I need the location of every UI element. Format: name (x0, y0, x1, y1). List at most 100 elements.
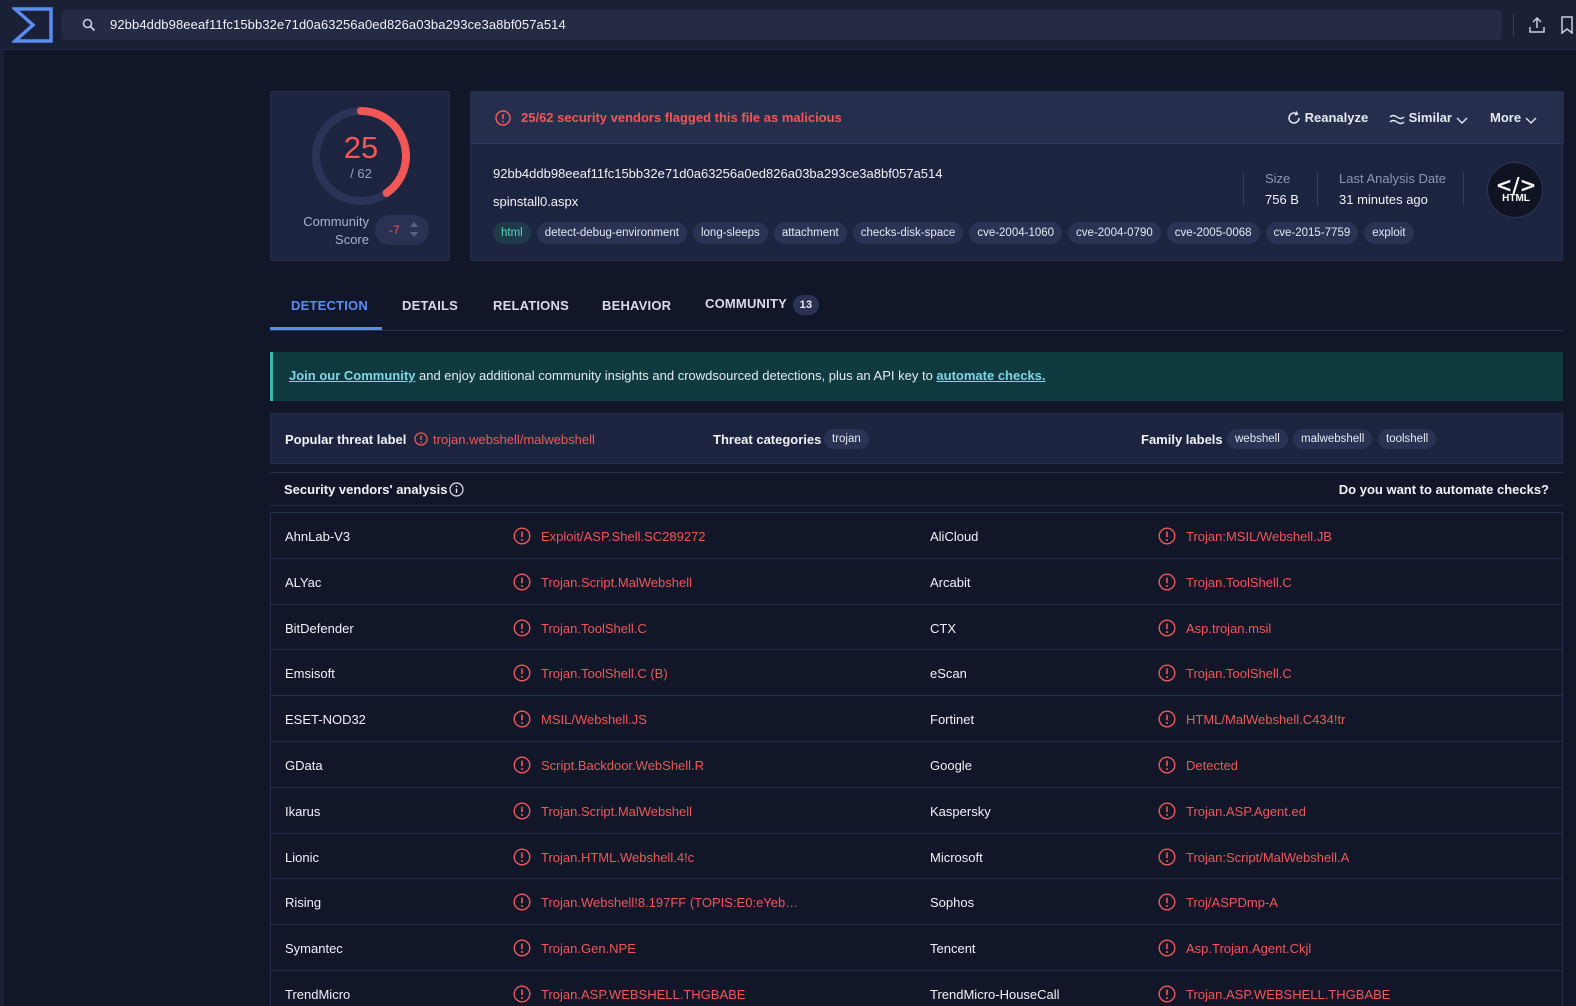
file-tag[interactable]: cve-2005-0068 (1166, 222, 1260, 244)
alert-icon (513, 756, 531, 774)
family-label-chip[interactable]: toolshell (1378, 429, 1437, 449)
similar-button[interactable]: Similar (1389, 110, 1468, 125)
vendor-result[interactable]: Trojan.Script.MalWebshell (541, 575, 692, 590)
reanalyze-label: Reanalyze (1304, 110, 1369, 125)
vendors-analysis-header: Security vendors' analysis Do you want t… (270, 472, 1563, 506)
bookmark-icon[interactable] (1560, 16, 1574, 34)
similar-icon (1389, 114, 1405, 125)
alert-icon (1158, 893, 1176, 911)
popular-threat-value[interactable]: trojan.webshell/malwebshell (433, 432, 595, 447)
info-icon[interactable] (449, 482, 464, 497)
file-tag[interactable]: cve-2004-0790 (1068, 222, 1161, 244)
file-tag[interactable]: attachment (773, 222, 847, 244)
alert-icon (1158, 848, 1176, 866)
file-tag[interactable]: long-sleeps (692, 222, 768, 244)
popular-threat-label: Popular threat label (285, 432, 407, 447)
vendor-name: eScan (930, 666, 967, 682)
alert-icon (495, 110, 511, 126)
vendor-name: Lionic (285, 849, 319, 865)
file-tag[interactable]: html (493, 222, 531, 244)
search-input[interactable]: 92bb4ddb98eeaf11fc15bb32e71d0a63256a0ed8… (62, 10, 1502, 40)
vendor-result[interactable]: HTML/MalWebshell.C434!tr (1186, 712, 1345, 727)
vendor-result[interactable]: Trojan.Script.MalWebshell (541, 804, 692, 819)
vendor-result[interactable]: Trojan.Gen.NPE (541, 941, 636, 956)
more-button[interactable]: More (1490, 110, 1537, 125)
community-banner-text: Join our Community and enjoy additional … (289, 368, 1046, 383)
vendor-result[interactable]: Trojan.ASP.Agent.ed (1186, 804, 1306, 819)
tab-detection[interactable]: DETECTION (291, 298, 368, 313)
alert-icon (513, 939, 531, 957)
tab-details[interactable]: DETAILS (402, 298, 458, 313)
vendor-result[interactable]: Trojan:Script/MalWebshell.A (1186, 850, 1349, 865)
automate-checks-prompt[interactable]: Do you want to automate checks? (1339, 482, 1549, 497)
search-value: 92bb4ddb98eeaf11fc15bb32e71d0a63256a0ed8… (110, 17, 566, 32)
file-tag[interactable]: detect-debug-environment (536, 222, 687, 244)
alert-icon (1158, 573, 1176, 591)
alert-icon (513, 573, 531, 591)
vendor-result[interactable]: Trojan.ToolShell.C (1186, 666, 1292, 681)
file-type-label: HTML (1502, 193, 1530, 204)
tab-community[interactable]: COMMUNITY 13 (705, 295, 819, 315)
vendor-name: Emsisoft (285, 666, 335, 682)
vendor-result[interactable]: Asp.Trojan.Agent.Ckjl (1186, 941, 1311, 956)
detection-count: 25 (343, 130, 379, 165)
vendor-row: Lionic Trojan.HTML.Webshell.4!c Microsoft T… (271, 832, 1562, 879)
vendor-result[interactable]: Trojan.ASP.WEBSHELL.THGBABE (1186, 987, 1390, 1002)
file-tag[interactable]: cve-2015-7759 (1265, 222, 1359, 244)
vendor-result[interactable]: Trojan.Webshell!8.197FF (TOPIS:E0:eYeb… (541, 895, 798, 910)
reanalyze-button[interactable]: Reanalyze (1287, 110, 1368, 125)
active-tab-indicator (270, 327, 382, 330)
alert-icon (1158, 756, 1176, 774)
vendor-result[interactable]: Exploit/ASP.Shell.SC289272 (541, 529, 706, 544)
vendor-result[interactable]: Trojan.HTML.Webshell.4!c (541, 850, 694, 865)
alert-icon (513, 848, 531, 866)
vendor-name: Kaspersky (930, 803, 991, 819)
virustotal-logo-icon[interactable] (12, 6, 54, 44)
alert-icon (1158, 985, 1176, 1003)
file-hash[interactable]: 92bb4ddb98eeaf11fc15bb32e71d0a63256a0ed8… (493, 166, 942, 181)
vendor-row: Emsisoft Trojan.ToolShell.C (B) eScan Troja… (271, 649, 1562, 695)
vendor-name: AhnLab-V3 (285, 529, 351, 544)
threat-category-chip[interactable]: trojan (824, 429, 869, 449)
community-banner: Join our Community and enjoy additional … (270, 352, 1563, 401)
alert-icon (1158, 619, 1176, 637)
vendor-name: Ikarus (285, 803, 321, 819)
community-score-label: Community Score (303, 214, 369, 247)
community-score-value: -7 (389, 223, 400, 237)
meta-divider (1317, 172, 1318, 206)
alert-icon (513, 664, 531, 682)
family-label-chip[interactable]: webshell (1227, 429, 1288, 449)
vendor-result[interactable]: Trojan.ToolShell.C (1186, 575, 1292, 590)
tab-behavior[interactable]: BEHAVIOR (602, 298, 671, 313)
vendor-row: Symantec Trojan.Gen.NPE Tencent Asp.Trojan.… (271, 924, 1562, 970)
vote-down-icon[interactable] (410, 232, 418, 237)
vendor-result[interactable]: Trojan.ToolShell.C (B) (541, 666, 668, 681)
vote-up-icon[interactable] (410, 222, 418, 227)
file-tag[interactable]: cve-2004-1060 (969, 222, 1063, 244)
vendor-name: Microsoft (930, 849, 983, 865)
file-tag[interactable]: exploit (1364, 222, 1414, 244)
vendor-result[interactable]: Script.Backdoor.WebShell.R (541, 758, 704, 773)
vendor-result[interactable]: MSIL/Webshell.JS (541, 712, 647, 727)
refresh-icon (1288, 111, 1300, 124)
community-score-vote[interactable]: -7 (375, 215, 429, 245)
join-community-link[interactable]: Join our Community (289, 368, 415, 383)
alert-icon (513, 985, 531, 1003)
vendor-result[interactable]: Trojan:MSIL/Webshell.JB (1186, 529, 1332, 544)
chevron-down-icon (1456, 117, 1468, 124)
vendor-result[interactable]: Trojan.ToolShell.C (541, 621, 647, 636)
vendor-result[interactable]: Asp.trojan.msil (1186, 621, 1271, 636)
family-label-chip[interactable]: malwebshell (1293, 429, 1373, 449)
detection-alert-text: 25/62 security vendors flagged this file… (521, 110, 842, 125)
vendor-row: ESET-NOD32 MSIL/Webshell.JS Fortinet HTML/M… (271, 695, 1562, 741)
vendor-result[interactable]: Detected (1186, 758, 1238, 773)
automate-checks-link[interactable]: automate checks. (936, 368, 1045, 383)
last-analysis-label: Last Analysis Date (1339, 171, 1446, 186)
vendor-result[interactable]: Troj/ASPDmp-A (1186, 895, 1278, 910)
tab-relations[interactable]: RELATIONS (493, 298, 569, 313)
upload-icon[interactable] (1528, 16, 1546, 34)
vendor-result[interactable]: Trojan.ASP.WEBSHELL.THGBABE (541, 987, 745, 1002)
vendor-name: Symantec (285, 941, 343, 957)
alert-icon (1158, 710, 1176, 728)
file-tag[interactable]: checks-disk-space (852, 222, 964, 244)
